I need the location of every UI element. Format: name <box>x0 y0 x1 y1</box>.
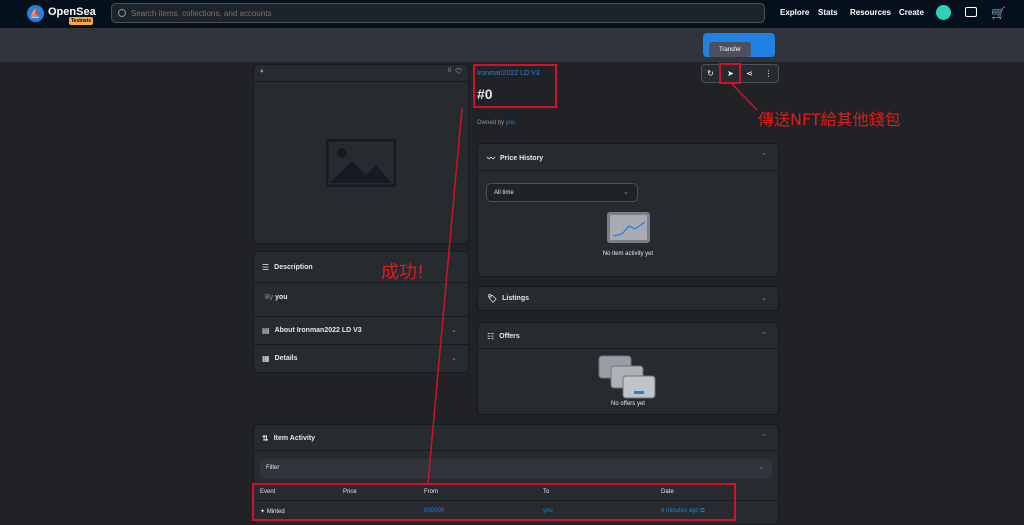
collection-link[interactable]: Ironman2022 LD V3 <box>477 70 540 77</box>
more-options-icon[interactable]: ⋮ <box>759 65 778 82</box>
chevron-down-icon[interactable]: ⌄ <box>451 326 457 334</box>
cart-icon[interactable]: 🛒 <box>991 6 1006 20</box>
testnets-badge: Testnets <box>69 17 94 25</box>
chevron-up-icon[interactable]: ⌃ <box>761 433 767 441</box>
favorite-count: 0 <box>448 68 452 74</box>
divider <box>254 450 778 451</box>
description-heading: Description <box>274 264 313 271</box>
date-text: 6 minutes ago <box>661 508 699 514</box>
heart-icon[interactable]: ♡ <box>455 67 462 76</box>
item-activity-heading: Item Activity <box>273 435 316 442</box>
about-icon: ▤ <box>262 326 270 335</box>
table-row-to[interactable]: you <box>543 508 553 514</box>
price-history-heading: Price History <box>500 155 544 162</box>
success-annotation: 成功! <box>381 262 425 283</box>
nav-explore[interactable]: Explore <box>780 8 809 17</box>
time-range-select[interactable]: All time ⌄ <box>486 183 638 202</box>
offers-header[interactable]: ☷ Offers <box>487 332 520 341</box>
chevron-up-icon[interactable]: ⌃ <box>761 152 767 160</box>
search-bar[interactable] <box>111 3 765 23</box>
about-collection-header[interactable]: ▤ About Ironman2022 LD V3 <box>262 326 362 335</box>
time-range-value: All time <box>494 190 514 196</box>
created-by-name[interactable]: you <box>275 294 287 301</box>
table-row-date[interactable]: 6 minutes ago ⧉ <box>661 508 705 515</box>
empty-chart-icon <box>607 212 650 243</box>
details-header[interactable]: ▦ Details <box>262 354 298 363</box>
transfer-annotation: 傳送NFT給其他錢包 <box>758 110 901 129</box>
search-input[interactable] <box>131 8 731 18</box>
listings-header[interactable]: 🏷 Listings <box>487 294 529 303</box>
chevron-up-icon[interactable]: ⌃ <box>761 331 767 339</box>
owned-by-prefix: Owned by <box>477 120 505 126</box>
divider <box>478 348 778 349</box>
wallet-icon[interactable] <box>965 7 977 17</box>
created-by-prefix: By <box>265 294 274 301</box>
column-event: Event <box>260 489 276 495</box>
price-history-header[interactable]: 〰 Price History <box>487 153 543 164</box>
listings-heading: Listings <box>502 295 529 302</box>
ethereum-icon: ♦ <box>260 68 264 75</box>
divider <box>254 282 468 283</box>
no-activity-text: No item activity yet <box>602 251 654 257</box>
table-row-event: ✦ Minted <box>260 508 285 515</box>
column-price: Price <box>343 489 357 495</box>
profile-avatar[interactable] <box>936 5 951 20</box>
refresh-icon[interactable]: ↻ <box>701 65 720 82</box>
divider <box>254 500 778 501</box>
item-activity-header[interactable]: ⇅ Item Activity <box>262 434 315 443</box>
column-from: From <box>424 489 438 495</box>
external-link-icon[interactable]: ⧉ <box>700 508 704 514</box>
owned-by: Owned by you <box>477 120 515 126</box>
search-icon <box>118 9 126 17</box>
sort-arrows-icon: ⇅ <box>262 434 269 443</box>
divider <box>254 81 468 82</box>
activity-filter-select[interactable]: Filter ⌄ <box>260 459 772 479</box>
nav-create[interactable]: Create <box>899 8 924 17</box>
filter-label: Filter <box>266 465 280 471</box>
opensea-logo-icon[interactable]: ⛵ <box>27 5 44 22</box>
column-date: Date <box>661 489 674 495</box>
trend-icon: 〰 <box>487 154 495 163</box>
tag-icon: 🏷 <box>487 294 498 303</box>
chevron-down-icon: ⌄ <box>758 464 764 471</box>
details-heading: Details <box>274 355 298 362</box>
offers-heading: Offers <box>499 333 520 340</box>
top-navbar: ⛵ OpenSea Testnets Explore Stats Resourc… <box>0 0 1024 28</box>
sparkle-icon: ✦ <box>260 509 266 515</box>
created-by: By you <box>265 294 288 301</box>
chevron-down-icon[interactable]: ⌄ <box>451 354 457 362</box>
column-to: To <box>543 489 550 495</box>
table-row-from[interactable]: 000000 <box>424 508 444 514</box>
nav-resources[interactable]: Resources <box>850 8 891 17</box>
no-offers-text: No offers yet <box>611 401 645 407</box>
page-banner <box>0 28 1024 62</box>
about-heading: About Ironman2022 LD V3 <box>274 327 362 334</box>
chevron-down-icon[interactable]: ⌄ <box>761 294 767 302</box>
description-icon: ☰ <box>262 263 270 272</box>
divider <box>478 170 778 171</box>
list-icon: ☷ <box>487 332 495 341</box>
image-placeholder-icon <box>326 139 396 187</box>
transfer-icon[interactable]: ➤ <box>721 65 740 82</box>
owner-link[interactable]: you <box>506 120 516 126</box>
details-icon: ▦ <box>262 354 270 363</box>
empty-offers-icon <box>598 355 656 399</box>
event-name: Minted <box>266 509 285 515</box>
share-icon[interactable]: ⋖ <box>740 65 759 82</box>
nav-stats[interactable]: Stats <box>818 8 838 17</box>
divider <box>254 316 468 317</box>
page-title: #0 <box>477 86 493 102</box>
divider <box>254 344 468 345</box>
description-header[interactable]: ☰ Description <box>262 263 313 272</box>
transfer-tooltip: Transfer <box>709 42 751 57</box>
chevron-down-icon: ⌄ <box>623 189 629 196</box>
